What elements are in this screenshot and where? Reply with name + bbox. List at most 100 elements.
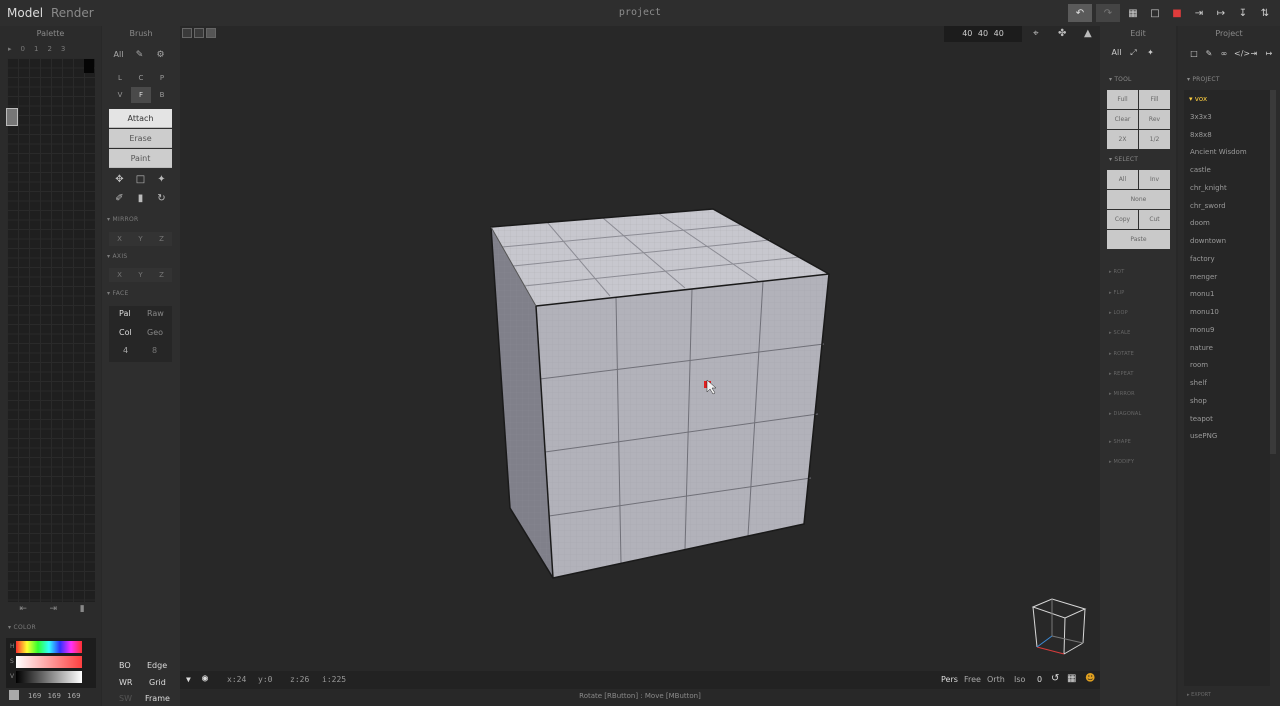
file-item[interactable]: chr_sword (1190, 202, 1226, 210)
file-item[interactable]: monu1 (1190, 290, 1214, 298)
axis-x-button[interactable]: X (109, 268, 130, 282)
paste-button[interactable]: Paste (1107, 230, 1170, 249)
copy-button[interactable]: Copy (1107, 210, 1138, 229)
file-item[interactable]: monu10 (1190, 308, 1219, 316)
brush-all-button[interactable]: All (108, 47, 129, 63)
project-edit-icon[interactable]: ✎ (1204, 49, 1214, 58)
select-box-icon[interactable]: □ (130, 170, 151, 189)
rot-section[interactable]: ▸ ROT (1109, 269, 1125, 275)
file-item[interactable]: usePNG (1190, 432, 1217, 440)
palette-selected-swatch[interactable] (84, 59, 94, 73)
file-item[interactable]: nature (1190, 344, 1213, 352)
paint-button[interactable]: Paint (109, 149, 172, 168)
file-item[interactable]: doom (1190, 219, 1210, 227)
view-orth-button[interactable]: Orth (987, 675, 1005, 684)
select-inv-button[interactable]: Inv (1139, 170, 1170, 189)
palette-add-icon[interactable]: ⇤ (19, 604, 27, 614)
face-raw-button[interactable]: Raw (147, 309, 164, 318)
rotate-section[interactable]: ▸ ROTATE (1109, 351, 1134, 357)
palette-col-2[interactable]: 2 (47, 45, 51, 53)
edge-toggle[interactable]: Edge (147, 661, 167, 670)
palette-scrollbar[interactable] (6, 108, 18, 126)
bo-toggle[interactable]: BO (119, 661, 131, 670)
loop-section[interactable]: ▸ LOOP (1109, 310, 1128, 316)
face-pal-button[interactable]: Pal (119, 309, 131, 318)
brush-f-button[interactable]: F (131, 87, 151, 103)
hue-slider[interactable] (16, 641, 82, 653)
select-all-button[interactable]: All (1107, 170, 1138, 189)
saturation-slider[interactable] (16, 656, 82, 668)
file-item[interactable]: teapot (1190, 415, 1213, 423)
open-folder-icon[interactable]: ▦ (1124, 4, 1142, 22)
shape-section[interactable]: ▸ SHAPE (1109, 439, 1131, 445)
palette-col-arrow[interactable]: ▸ (8, 45, 12, 53)
redo-icon[interactable]: ↷ (1096, 4, 1120, 22)
file-item[interactable]: shelf (1190, 379, 1207, 387)
mirror-section-label[interactable]: ▾ MIRROR (107, 216, 139, 223)
flip-section[interactable]: ▸ FLIP (1109, 290, 1124, 296)
file-item[interactable]: shop (1190, 397, 1207, 405)
mirror-y-button[interactable]: Y (130, 232, 151, 246)
trash-icon[interactable]: ▮ (130, 189, 151, 208)
file-item[interactable]: room (1190, 361, 1208, 369)
face-icon[interactable]: ☻ (1085, 673, 1095, 684)
value-slider[interactable] (16, 671, 82, 683)
face-section-label[interactable]: ▾ FACE (107, 290, 129, 297)
wr-toggle[interactable]: WR (119, 678, 132, 687)
rgb-values[interactable]: 169 169 169 (28, 692, 81, 700)
file-item[interactable]: monu9 (1190, 326, 1214, 334)
axis-y-button[interactable]: Y (130, 268, 151, 282)
tool-full-button[interactable]: Full (1107, 90, 1138, 109)
tool-fill-button[interactable]: Fill (1139, 90, 1170, 109)
view-iso-button[interactable]: Iso (1014, 675, 1025, 684)
eyedropper-icon[interactable]: ✐ (109, 189, 130, 208)
brush-v-button[interactable]: V (110, 87, 130, 103)
view-pers-button[interactable]: Pers (941, 675, 958, 684)
frame-toggle[interactable]: Frame (145, 694, 170, 703)
face-count-8[interactable]: 8 (152, 346, 157, 355)
face-geo-button[interactable]: Geo (147, 328, 163, 337)
palette-delete-icon[interactable]: ▮ (80, 604, 85, 614)
mirror-x-button[interactable]: X (109, 232, 130, 246)
pencil-icon[interactable]: ✎ (129, 47, 150, 63)
file-item[interactable]: downtown (1190, 237, 1226, 245)
file-list-scrollbar[interactable] (1270, 90, 1276, 454)
tool-2x-button[interactable]: 2X (1107, 130, 1138, 149)
project-code-icon[interactable]: </> (1234, 49, 1250, 58)
project-export-icon[interactable]: ↦ (1264, 49, 1274, 58)
status-dropdown-icon[interactable]: ▼ (186, 675, 191, 684)
axis-section-label[interactable]: ▾ AXIS (107, 253, 128, 260)
refresh-icon[interactable]: ↻ (151, 189, 172, 208)
camera-icon[interactable]: ◉ (202, 673, 208, 684)
face-count-4[interactable]: 4 (123, 346, 128, 355)
undo-icon[interactable]: ↶ (1068, 4, 1092, 22)
tool-rev-button[interactable]: Rev (1139, 110, 1170, 129)
mirror-edit-section[interactable]: ▸ MIRROR (1109, 391, 1135, 397)
palette-col-0[interactable]: 0 (21, 45, 25, 53)
gear-icon[interactable]: ⚙ (150, 47, 171, 63)
project-link-icon[interactable]: ∞ (1219, 49, 1229, 58)
tool-section-label[interactable]: ▾ TOOL (1109, 76, 1132, 83)
palette-grid[interactable] (7, 58, 95, 602)
render-mode-tab[interactable]: Render (51, 6, 94, 20)
file-item[interactable]: chr_knight (1190, 184, 1227, 192)
move-icon[interactable]: ✥ (109, 170, 130, 189)
file-item[interactable]: 3x3x3 (1190, 113, 1212, 121)
expand-icon[interactable]: ⤢ (1125, 48, 1142, 58)
scale-section[interactable]: ▸ SCALE (1109, 330, 1131, 336)
save-icon[interactable]: ■ (1168, 4, 1186, 22)
palette-copy-icon[interactable]: ⇥ (50, 604, 58, 614)
face-col-button[interactable]: Col (119, 328, 132, 337)
brush-l-button[interactable]: L (110, 70, 130, 86)
view-free-button[interactable]: Free (964, 675, 981, 684)
grid-toggle[interactable]: Grid (149, 678, 166, 687)
repeat-section[interactable]: ▸ REPEAT (1109, 371, 1134, 377)
tool-half-button[interactable]: 1/2 (1139, 130, 1170, 149)
folder-vox[interactable]: ▾ vox (1189, 95, 1207, 103)
modify-section[interactable]: ▸ MODIFY (1109, 459, 1134, 465)
export-icon[interactable]: ↦ (1212, 4, 1230, 22)
palette-col-1[interactable]: 1 (34, 45, 38, 53)
project-folder-icon[interactable]: □ (1189, 49, 1199, 58)
brush-b-button[interactable]: B (152, 87, 172, 103)
project-section-label[interactable]: ▾ PROJECT (1187, 76, 1220, 83)
